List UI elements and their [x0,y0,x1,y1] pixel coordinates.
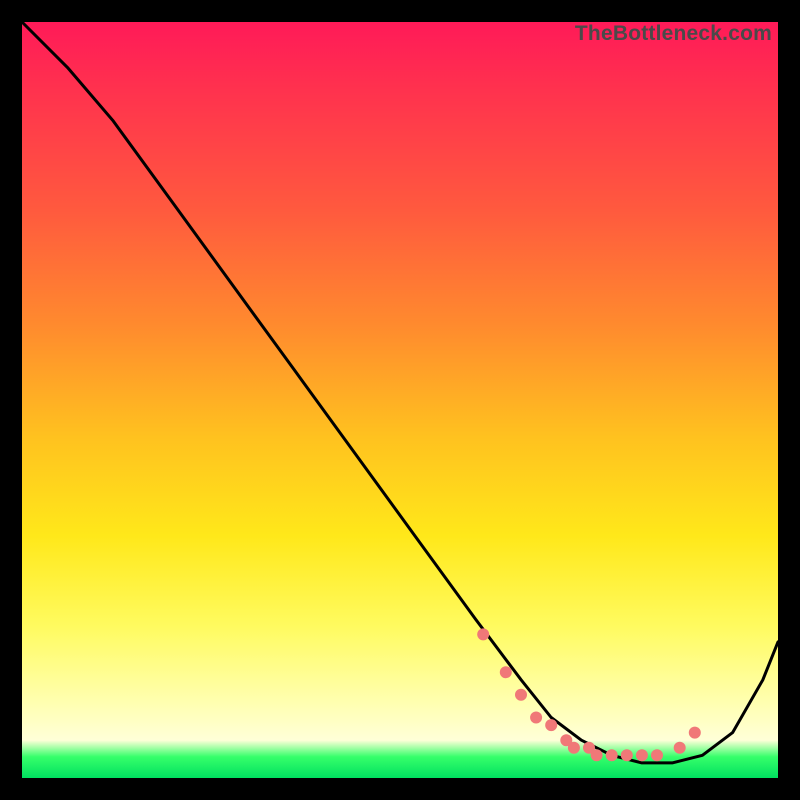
highlight-dot [606,749,618,761]
highlight-markers [477,628,701,761]
highlight-dot [636,749,648,761]
highlight-dot [515,689,527,701]
highlight-dot [545,719,557,731]
highlight-dot [674,742,686,754]
highlight-dot [689,727,701,739]
chart-svg [22,22,778,778]
chart-frame: TheBottleneck.com [22,22,778,778]
highlight-dot [500,666,512,678]
highlight-dot [621,749,633,761]
highlight-dot [591,749,603,761]
highlight-dot [568,742,580,754]
bottleneck-curve-line [22,22,778,763]
highlight-dot [477,628,489,640]
highlight-dot [530,712,542,724]
highlight-dot [651,749,663,761]
